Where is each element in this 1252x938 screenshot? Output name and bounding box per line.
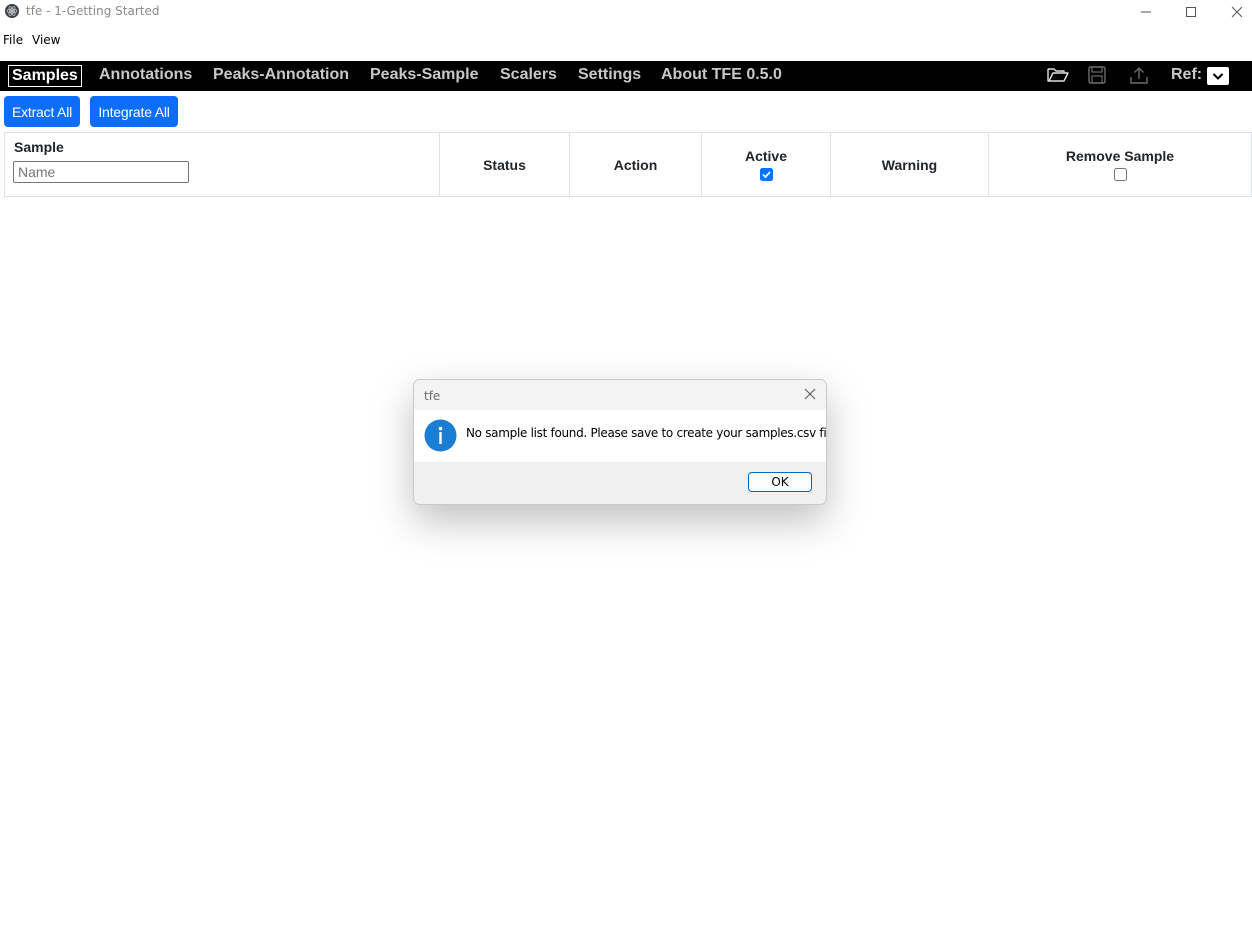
extract-all-button[interactable]: Extract All (4, 96, 80, 127)
tab-samples[interactable]: Samples (8, 65, 82, 87)
ok-button[interactable]: OK (748, 472, 812, 492)
column-sample-label: Sample (14, 139, 64, 155)
menu-file[interactable]: File (3, 33, 23, 47)
tab-scalers[interactable]: Scalers (500, 66, 557, 84)
menu-bar: File View (0, 28, 1252, 50)
remove-all-checkbox[interactable] (1113, 167, 1127, 181)
upload-icon[interactable] (1130, 66, 1148, 84)
column-remove-sample: Remove Sample (988, 132, 1252, 197)
close-icon (1231, 6, 1243, 18)
column-active-label: Active (744, 147, 788, 164)
column-active: Active (701, 132, 831, 197)
minimize-button[interactable] (1123, 0, 1169, 24)
menu-view[interactable]: View (32, 33, 60, 47)
column-status: Status (439, 132, 570, 197)
active-all-checkbox[interactable] (759, 167, 773, 181)
column-warning: Warning (830, 132, 989, 197)
close-button[interactable] (1214, 0, 1252, 24)
app-icon (5, 4, 19, 18)
dialog-titlebar: tfe (414, 380, 826, 410)
dialog-close-icon[interactable] (804, 388, 816, 400)
dialog-body: No sample list found. Please save to cre… (414, 410, 826, 462)
tab-settings[interactable]: Settings (578, 66, 641, 84)
info-dialog: tfe No sample list found. Please save to… (413, 379, 827, 505)
table-header-row: Sample Status Action Active Warning Remo… (4, 132, 1252, 197)
chevron-down-icon (1212, 73, 1224, 80)
sample-name-filter-input[interactable] (13, 161, 189, 183)
maximize-button[interactable] (1168, 0, 1214, 24)
maximize-icon (1186, 7, 1196, 17)
dialog-message: No sample list found. Please save to cre… (466, 426, 827, 440)
integrate-all-button[interactable]: Integrate All (90, 96, 178, 127)
samples-table: Sample Status Action Active Warning Remo… (4, 132, 1252, 197)
tab-peaks-annotation[interactable]: Peaks-Annotation (213, 66, 349, 84)
column-action: Action (569, 132, 702, 197)
ref-label: Ref: (1171, 66, 1203, 83)
folder-open-icon[interactable] (1047, 66, 1069, 84)
tab-annotations[interactable]: Annotations (99, 66, 192, 84)
tab-peaks-sample[interactable]: Peaks-Sample (370, 66, 479, 84)
ref-select[interactable] (1207, 67, 1229, 85)
column-remove-sample-label: Remove Sample (1065, 147, 1175, 164)
tab-about[interactable]: About TFE 0.5.0 (661, 66, 782, 84)
info-icon (424, 419, 457, 452)
save-icon[interactable] (1088, 66, 1106, 84)
window-title: tfe - 1-Getting Started (26, 4, 160, 18)
minimize-icon (1141, 11, 1151, 13)
window-titlebar: tfe - 1-Getting Started (0, 0, 1252, 26)
main-navbar: Samples Annotations Peaks-Annotation Pea… (0, 61, 1252, 91)
dialog-title: tfe (424, 389, 441, 403)
